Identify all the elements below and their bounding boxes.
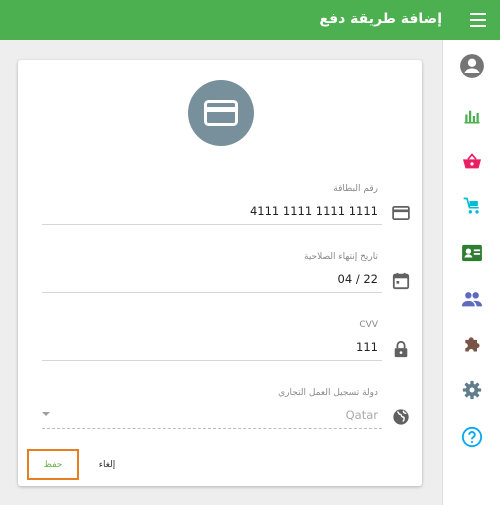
cvv-field[interactable]: CVV 111 — [42, 320, 408, 364]
expiry-date-label: تاريخ إنتهاء الصلاحية — [304, 252, 378, 262]
card-number-field[interactable]: رقم البطاقة 4111 1111 1111 1111 — [42, 184, 410, 228]
save-button[interactable]: حفظ — [27, 449, 79, 480]
credit-card-avatar — [188, 80, 254, 146]
card-number-label: رقم البطاقة — [333, 184, 378, 194]
cvv-input[interactable]: 111 — [356, 340, 378, 354]
cart-icon[interactable] — [443, 186, 500, 226]
cancel-button[interactable]: إلغاء — [92, 449, 122, 480]
puzzle-icon[interactable] — [443, 324, 500, 364]
shopping-basket-icon[interactable] — [443, 141, 500, 181]
credit-card-icon — [390, 202, 412, 224]
cvv-label: CVV — [359, 320, 378, 330]
navigation-rail — [442, 40, 500, 505]
country-value[interactable]: Qatar — [346, 408, 378, 422]
card-number-input[interactable]: 4111 1111 1111 1111 — [250, 204, 378, 218]
expiry-date-field[interactable]: تاريخ إنتهاء الصلاحية 04 / 22 — [42, 252, 410, 296]
country-select[interactable]: دولة تسجيل العمل التجاري Qatar — [42, 388, 409, 432]
bar-chart-icon[interactable] — [443, 96, 500, 136]
page-title: إضافة طريقة دفع — [319, 11, 442, 27]
country-label: دولة تسجيل العمل التجاري — [278, 388, 378, 398]
dropdown-arrow-icon[interactable] — [42, 412, 50, 416]
people-icon[interactable] — [443, 279, 500, 319]
globe-icon — [390, 406, 412, 428]
help-icon[interactable] — [443, 417, 500, 457]
account-circle-icon[interactable] — [443, 46, 500, 86]
app-bar: إضافة طريقة دفع — [0, 0, 500, 40]
hamburger-icon[interactable] — [470, 13, 486, 27]
payment-method-card: رقم البطاقة 4111 1111 1111 1111 تاريخ إن… — [18, 60, 422, 486]
expiry-date-input[interactable]: 04 / 22 — [338, 272, 378, 286]
credit-card-icon — [204, 100, 238, 126]
calendar-icon — [390, 270, 412, 292]
contact-card-icon[interactable] — [443, 233, 500, 273]
settings-icon[interactable] — [443, 370, 500, 410]
lock-icon — [390, 338, 412, 360]
